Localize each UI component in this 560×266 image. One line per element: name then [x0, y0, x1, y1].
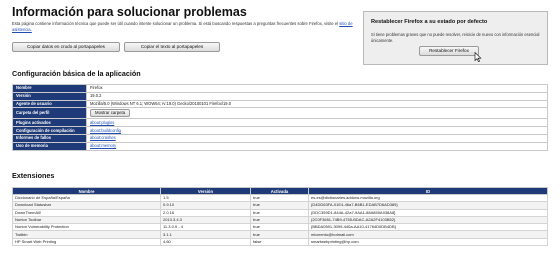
row-key: Nombre [12, 84, 87, 93]
table-row: Carpeta del perfil Mostrar carpeta [12, 107, 548, 120]
extension-name: DownThemAll! [12, 208, 161, 217]
extension-enabled: true [250, 208, 309, 217]
row-value: about:memory [86, 141, 548, 151]
about-plugins-link[interactable]: about:plugins [90, 120, 114, 125]
about-crashes-link[interactable]: about:crashes [90, 135, 116, 140]
extension-version: 2013.3.4.3 [160, 215, 251, 225]
extension-enabled: false [250, 237, 309, 247]
row-value: Mozilla/5.0 (Windows NT 6.1; WOW64; rv:1… [86, 99, 548, 109]
table-row: Nombre Firefox [12, 84, 548, 93]
copy-text-button[interactable]: Copiar el texto al portapapeles [124, 42, 220, 52]
row-key: Informes de fallos [12, 133, 87, 143]
table-row: Versión 19.0.2 [12, 91, 548, 101]
copy-raw-data-button[interactable]: Copiar datos en crudo al portapapeles [12, 42, 120, 52]
row-value: about:crashes [86, 133, 548, 143]
extension-version: 3.1.1 [160, 230, 251, 239]
row-key: Configuración de compilación [12, 126, 87, 135]
table-row: Norton Vulnerability Protection 11.3.0.9 … [12, 223, 548, 232]
row-key: Plugins activados [12, 118, 87, 128]
table-row: Configuración de compilación about:build… [12, 126, 548, 135]
extension-enabled: true [250, 215, 309, 225]
extension-name: Twitbin [12, 230, 161, 239]
row-value: about:buildconfig [86, 126, 548, 135]
reset-firefox-box: Restablecer Firefox a su estado por defe… [363, 11, 548, 65]
row-key: Carpeta del perfil [12, 107, 87, 120]
extension-name: Norton Vulnerability Protection [12, 223, 161, 232]
table-row: HP Smart Web Printing 4.60 false smartwebpr… [12, 237, 548, 247]
extension-version: 0.9.10 [160, 201, 251, 210]
extension-version: 2.0.16 [160, 208, 251, 217]
intro-paragraph: Esta página contiene información técnica… [12, 21, 357, 33]
extension-name: Norton Toolbar [12, 215, 161, 225]
reset-title: Restablecer Firefox a su estado por defe… [371, 19, 488, 25]
extension-enabled: true [250, 201, 309, 210]
row-key: Versión [12, 91, 87, 101]
row-value: 19.0.2 [86, 91, 548, 101]
column-header-version: Versión [160, 187, 251, 195]
extension-name: Download Statusbar [12, 201, 161, 210]
extension-version: 4.60 [160, 237, 251, 247]
page-title: Información para solucionar problemas [12, 5, 247, 19]
extension-name: Diccionario de España/España [12, 193, 161, 203]
extensions-table: Nombre Versión Activada ID Diccionario d… [12, 187, 548, 247]
extensions-heading: Extensiones [12, 171, 55, 180]
basic-config-heading: Configuración básica de la aplicación [12, 69, 141, 78]
row-value: Mostrar carpeta [86, 107, 548, 120]
extension-enabled: true [250, 193, 309, 203]
extension-id: {D4DD63FA-01E4-46a7-B6B1-EDAB7D6AD389} [308, 201, 548, 210]
show-folder-button[interactable]: Mostrar carpeta [90, 109, 131, 118]
row-value: about:plugins [86, 118, 548, 128]
extension-id: {2C0F3651-74B9-4755-BDAC-A2A2F4103B52} [308, 215, 548, 225]
table-row: Download Statusbar 0.9.10 true {D4DD63FA-01… [12, 201, 548, 210]
table-row: Agente de usuario Mozilla/5.0 (Windows N… [12, 99, 548, 109]
extension-version: 11.3.0.9 - 4 [160, 223, 251, 232]
row-key: Uso de memoria [12, 141, 87, 151]
table-row: Uso de memoria about:memory [12, 141, 548, 151]
intro-text: Esta página contiene información técnica… [12, 21, 339, 26]
table-row: Diccionario de España/España 1.5 true es-es… [12, 193, 548, 203]
row-value: Firefox [86, 84, 548, 93]
extension-enabled: true [250, 223, 309, 232]
extension-id: {DDC359D1-844A-42a7-9AA1-88A850A938A8} [308, 208, 548, 217]
reset-description: Si tiene problemas graves que no puede r… [371, 32, 540, 43]
table-row: Twitbin 3.1.1 true mtorrento@hotmail.com [12, 230, 548, 239]
reset-firefox-button[interactable]: Restablecer Firefox [419, 46, 479, 56]
extension-id: mtorrento@hotmail.com [308, 230, 548, 239]
row-key: Agente de usuario [12, 99, 87, 109]
extension-id: smartwebprinting@hp.com [308, 237, 548, 247]
table-row: DownThemAll! 2.0.16 true {DDC359D1-844A-42a… [12, 208, 548, 217]
column-header-id: ID [308, 187, 548, 195]
extension-enabled: true [250, 230, 309, 239]
extension-id: {BBDA0591-3099-440a-AA10-41764D0DB4DB} [308, 223, 548, 232]
table-row: Informes de fallos about:crashes [12, 133, 548, 143]
about-buildconfig-link[interactable]: about:buildconfig [90, 128, 121, 133]
table-row: Plugins activados about:plugins [12, 118, 548, 128]
table-row: Norton Toolbar 2013.3.4.3 true {2C0F3651-74… [12, 215, 548, 225]
table-header-row: Nombre Versión Activada ID [12, 187, 548, 195]
extension-name: HP Smart Web Printing [12, 237, 161, 247]
column-header-enabled: Activada [250, 187, 309, 195]
about-memory-link[interactable]: about:memory [90, 143, 116, 148]
extension-version: 1.5 [160, 193, 251, 203]
column-header-name: Nombre [12, 187, 161, 195]
basic-config-table: Nombre Firefox Versión 19.0.2 Agente de … [12, 84, 548, 151]
mouse-cursor-icon [474, 52, 482, 62]
extension-id: es-es@dictionaries.addons.mozilla.org [308, 193, 548, 203]
